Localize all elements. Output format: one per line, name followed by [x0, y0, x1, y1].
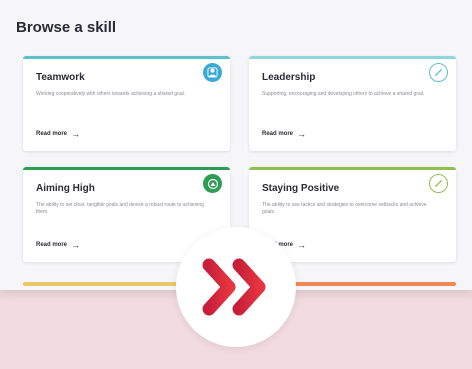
target-icon	[203, 174, 222, 193]
card-description: Supporting, encouraging and developing o…	[262, 91, 425, 97]
read-more-link[interactable]: Read more →	[36, 240, 80, 250]
arrow-right-icon: →	[71, 129, 81, 139]
double-chevron-right-icon	[202, 258, 266, 316]
arrow-right-icon: →	[297, 129, 307, 139]
next-button[interactable]	[176, 227, 296, 347]
read-more-label: Read more	[36, 242, 68, 248]
card-description: Working cooperatively with others toward…	[36, 91, 186, 97]
skill-card-teamwork[interactable]: Teamwork Working cooperatively with othe…	[23, 56, 230, 151]
card-title: Leadership	[262, 72, 316, 83]
read-more-link[interactable]: Read more →	[36, 129, 80, 139]
card-title: Teamwork	[36, 72, 85, 83]
page-title: Browse a skill	[16, 19, 117, 36]
card-title: Staying Positive	[262, 183, 340, 194]
read-more-link[interactable]: Read more →	[262, 129, 306, 139]
card-title: Aiming High	[36, 183, 95, 194]
read-more-label: Read more	[36, 131, 68, 137]
compass-icon	[429, 174, 448, 193]
skill-card-leadership[interactable]: Leadership Supporting, encouraging and d…	[249, 56, 456, 151]
read-more-label: Read more	[262, 131, 294, 137]
compass-icon	[429, 63, 448, 82]
teamwork-icon	[203, 63, 222, 82]
arrow-right-icon: →	[71, 240, 81, 250]
card-description: The ability to set clear, tangible goals…	[36, 202, 204, 215]
card-description: The ability to use tactics and strategie…	[262, 202, 427, 215]
arrow-right-icon: →	[297, 240, 307, 250]
